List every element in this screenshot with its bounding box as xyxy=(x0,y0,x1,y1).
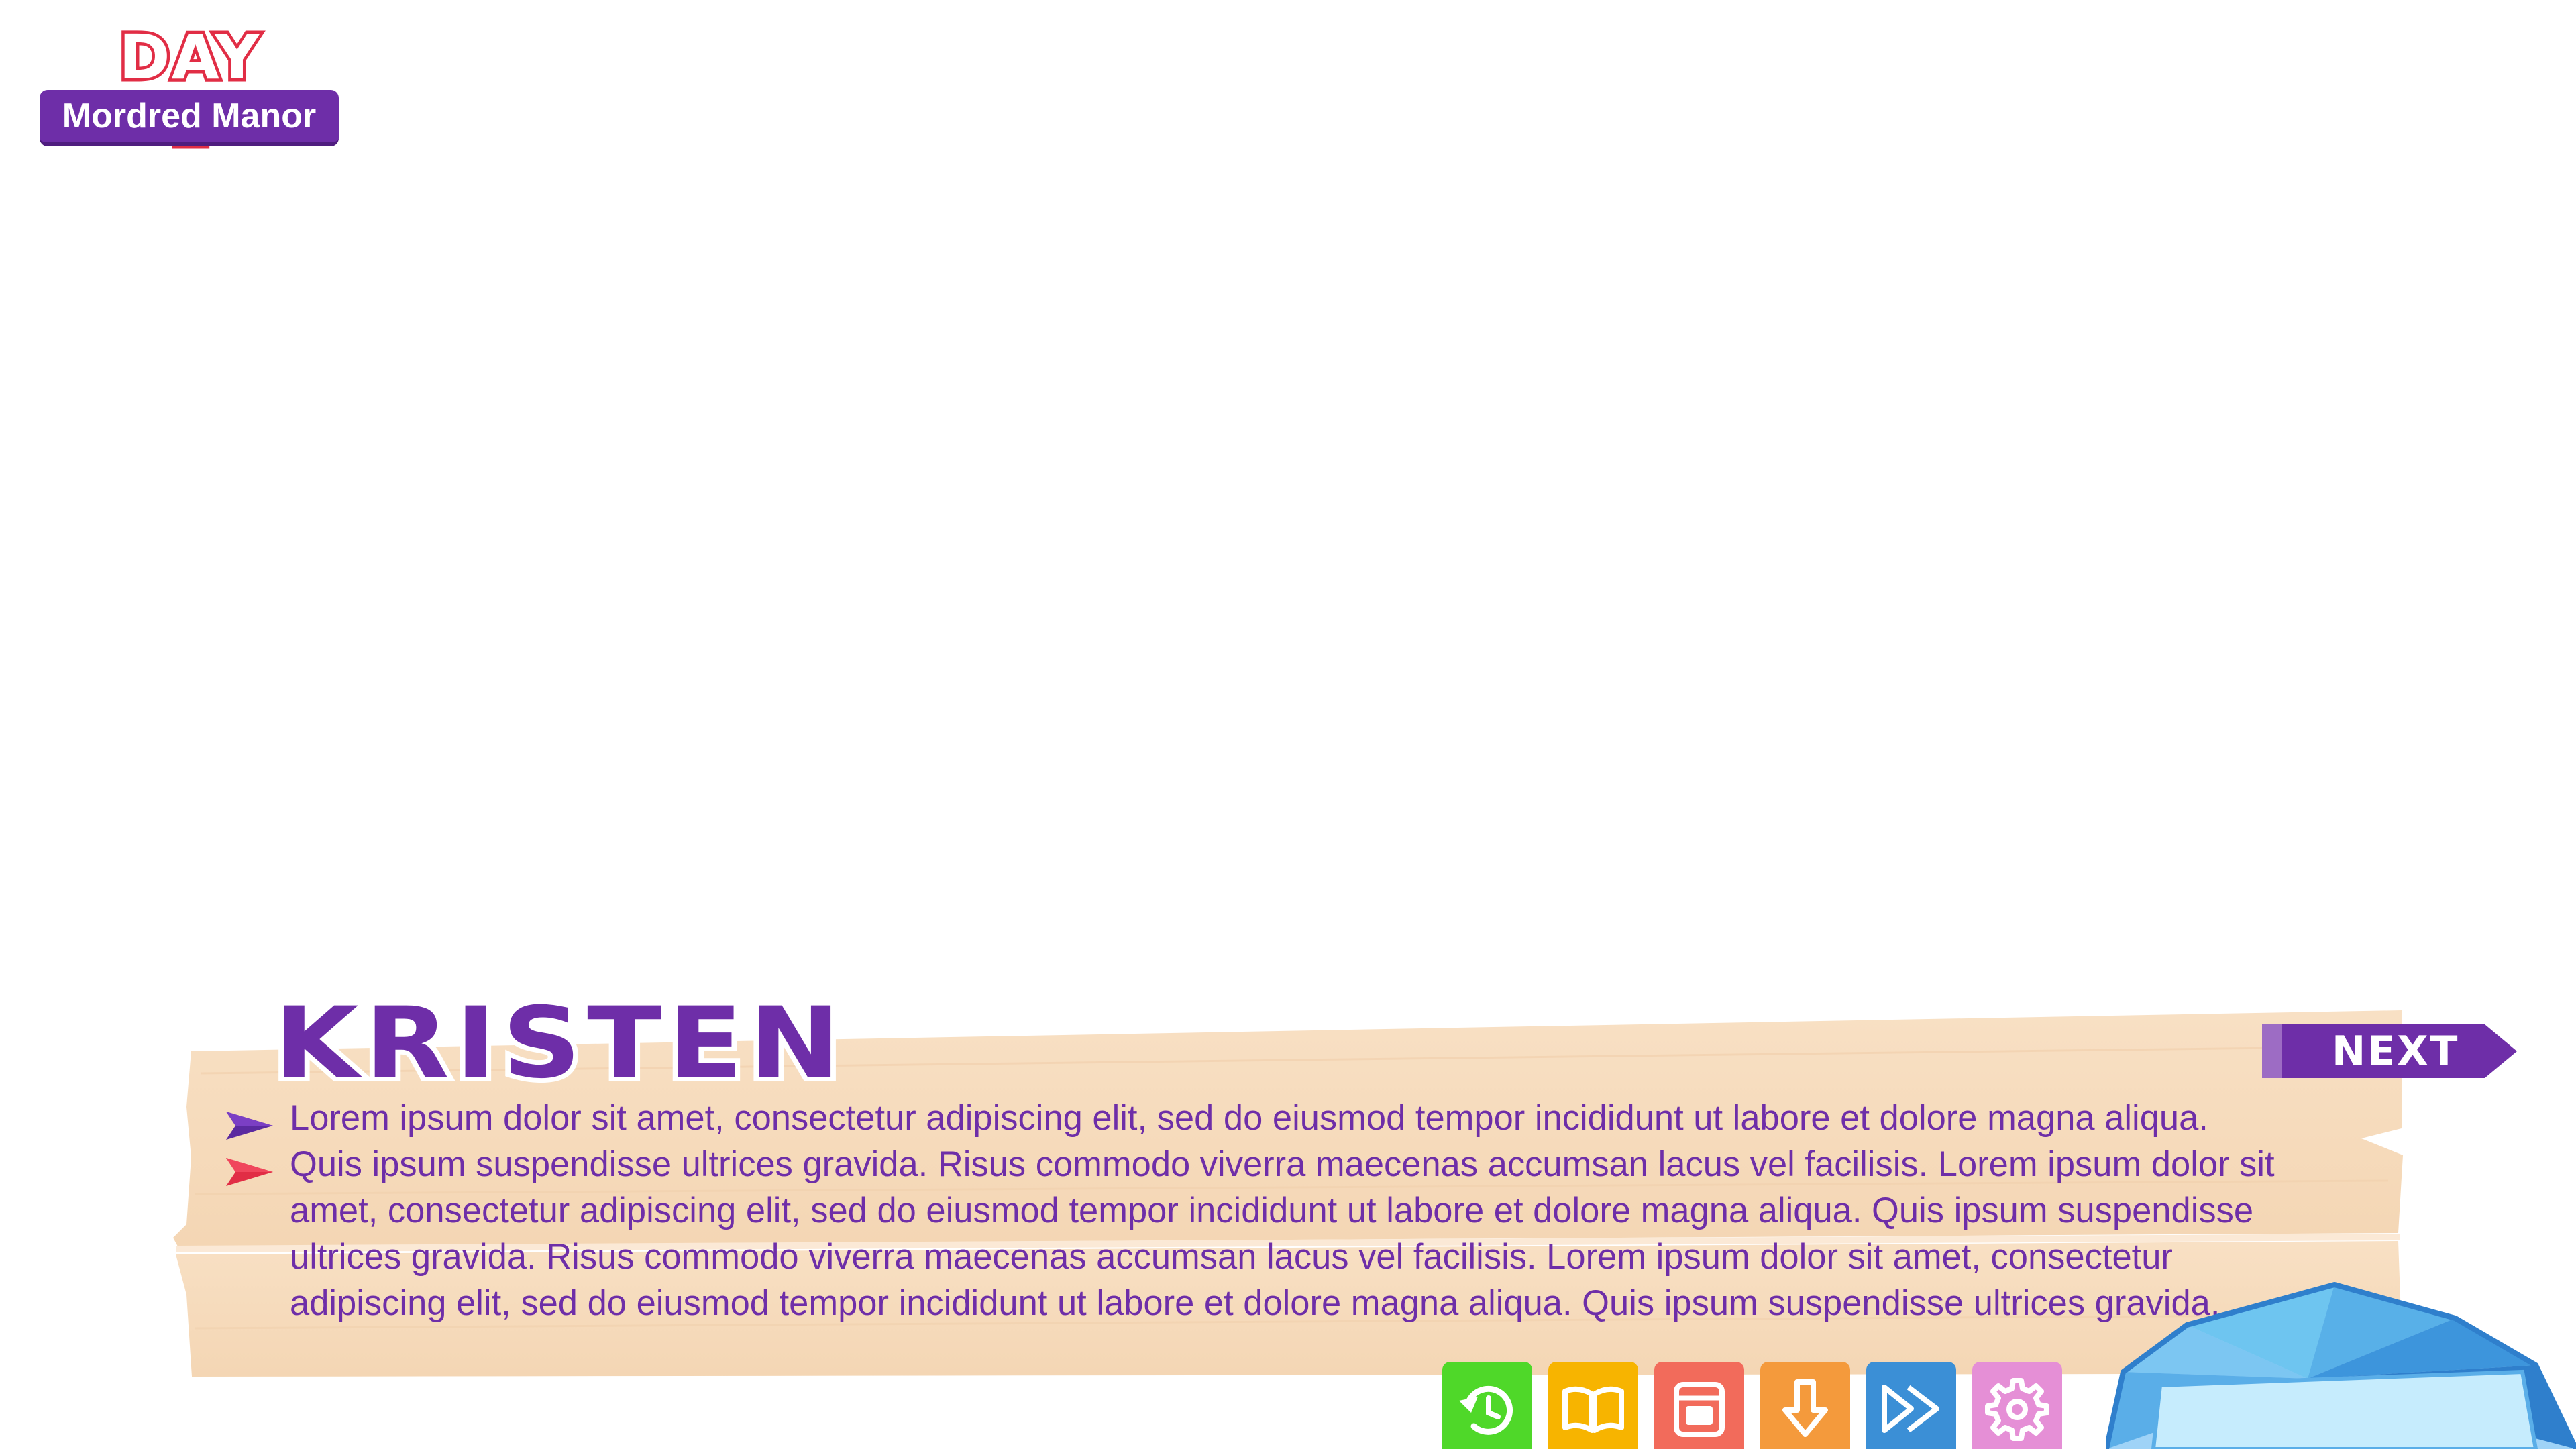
skip-button[interactable] xyxy=(1866,1362,1956,1449)
download-arrow-icon xyxy=(1782,1379,1828,1437)
settings-button[interactable] xyxy=(1972,1362,2062,1449)
window-icon xyxy=(1674,1382,1725,1437)
next-button[interactable]: NEXT xyxy=(2262,1024,2517,1078)
location-badge: Mordred Manor xyxy=(40,90,339,146)
gem-icon xyxy=(2106,1282,2576,1449)
speaker-name: KRISTEN xyxy=(268,986,847,1100)
red-arrow-icon xyxy=(226,1158,273,1186)
book-icon xyxy=(1562,1386,1624,1433)
rollback-icon xyxy=(1459,1385,1513,1435)
next-label: NEXT xyxy=(2332,1028,2460,1075)
gear-icon xyxy=(1985,1378,2049,1441)
window-button[interactable] xyxy=(1654,1362,1744,1449)
day-label: DAY 1 xyxy=(116,21,262,161)
fast-forward-icon xyxy=(1882,1385,1939,1433)
save-button[interactable] xyxy=(1760,1362,1850,1449)
history-button[interactable] xyxy=(1548,1362,1638,1449)
dialogue-text: Lorem ipsum dolor sit amet, consectetur … xyxy=(290,1098,2275,1323)
purple-arrow-icon xyxy=(226,1112,273,1140)
rollback-button[interactable] xyxy=(1442,1362,1532,1449)
